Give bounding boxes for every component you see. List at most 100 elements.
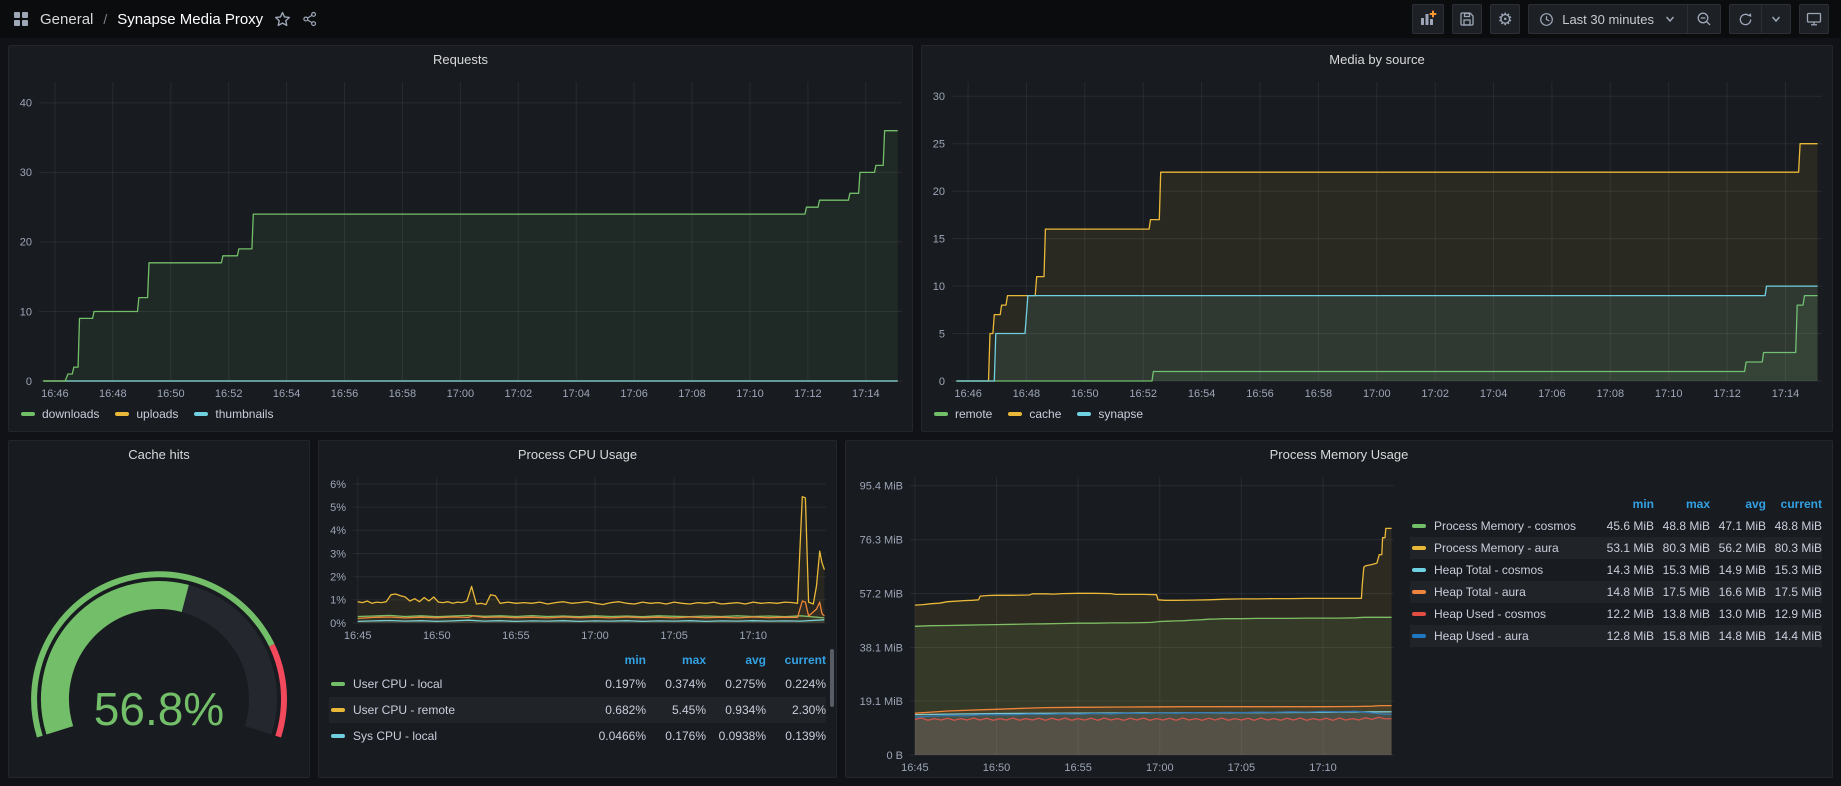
legend-column-min[interactable]: min	[1598, 497, 1654, 511]
legend-column-avg[interactable]: avg	[706, 653, 766, 667]
legend-item-downloads[interactable]: downloads	[21, 407, 99, 421]
legend-column-current[interactable]: current	[1766, 497, 1822, 511]
save-dashboard-button[interactable]	[1452, 4, 1482, 34]
svg-text:40: 40	[20, 98, 32, 110]
series-label: cache	[1029, 407, 1061, 421]
favorite-star-icon[interactable]	[273, 10, 291, 28]
panel-process-memory: Process Memory Usage 16:4516:5016:5517:0…	[845, 440, 1833, 778]
svg-text:17:06: 17:06	[1538, 388, 1566, 400]
legend-table-header: minmaxavgcurrent	[329, 649, 826, 671]
legend-item-synapse[interactable]: synapse	[1077, 407, 1143, 421]
breadcrumb-section[interactable]: General	[40, 11, 93, 28]
legend-value: 53.1 MiB	[1598, 541, 1654, 555]
refresh-interval-dropdown[interactable]	[1761, 5, 1790, 33]
legend-value: 56.2 MiB	[1710, 541, 1766, 555]
requests-chart[interactable]: 16:4616:4816:5016:5216:5416:5616:5817:00…	[9, 72, 912, 403]
legend-column-current[interactable]: current	[766, 653, 826, 667]
legend-value: 12.9 MiB	[1766, 607, 1822, 621]
svg-text:17:05: 17:05	[1228, 762, 1256, 774]
cycle-view-mode-button[interactable]	[1799, 4, 1829, 34]
legend-value: 45.6 MiB	[1598, 519, 1654, 533]
panel-title[interactable]: Cache hits	[9, 441, 309, 467]
svg-text:5: 5	[939, 328, 945, 340]
legend-row[interactable]: Heap Used - cosmos12.2 MiB13.8 MiB13.0 M…	[1410, 603, 1822, 625]
legend-value: 0.224%	[766, 677, 826, 691]
time-range-controls: Last 30 minutes	[1528, 4, 1721, 34]
legend-value: 17.5 MiB	[1654, 585, 1710, 599]
legend-scrollbar[interactable]	[830, 649, 834, 707]
series-color-swatch	[194, 412, 208, 416]
legend-column-max[interactable]: max	[1654, 497, 1710, 511]
legend-value: 14.8 MiB	[1710, 629, 1766, 643]
svg-text:38.1 MiB: 38.1 MiB	[860, 642, 903, 654]
series-label: thumbnails	[215, 407, 273, 421]
legend-value: 0.0466%	[586, 729, 646, 743]
legend-value: 15.8 MiB	[1654, 629, 1710, 643]
legend-value: 13.8 MiB	[1654, 607, 1710, 621]
panel-title[interactable]: Process Memory Usage	[846, 441, 1832, 467]
legend-value: 48.8 MiB	[1766, 519, 1822, 533]
legend-column-min[interactable]: min	[586, 653, 646, 667]
legend-row[interactable]: User CPU - local0.197%0.374%0.275%0.224%	[329, 671, 826, 697]
legend-item-remote[interactable]: remote	[934, 407, 992, 421]
svg-text:16:50: 16:50	[423, 630, 451, 642]
svg-text:16:46: 16:46	[954, 388, 982, 400]
legend-column-max[interactable]: max	[646, 653, 706, 667]
zoom-out-button[interactable]	[1687, 5, 1720, 33]
svg-text:3%: 3%	[330, 548, 346, 560]
svg-text:16:58: 16:58	[1305, 388, 1333, 400]
media-by-source-chart[interactable]: 16:4616:4816:5016:5216:5416:5616:5817:00…	[922, 72, 1832, 403]
panel-title[interactable]: Media by source	[922, 46, 1832, 72]
process-memory-legend-table: minmaxavgcurrent Process Memory - cosmos4…	[1404, 467, 1832, 777]
dashboard-settings-button[interactable]: ⚙	[1490, 4, 1520, 34]
svg-text:0: 0	[939, 376, 945, 388]
add-panel-button[interactable]	[1412, 4, 1444, 34]
svg-text:25: 25	[933, 139, 945, 151]
process-cpu-svg: 16:4516:5016:5517:0017:0517:100%1%2%3%4%…	[319, 467, 836, 645]
svg-text:16:45: 16:45	[901, 762, 929, 774]
svg-text:17:10: 17:10	[1309, 762, 1337, 774]
series-color-swatch	[21, 412, 35, 416]
svg-text:17:00: 17:00	[1146, 762, 1174, 774]
refresh-button[interactable]	[1730, 5, 1761, 33]
time-range-label: Last 30 minutes	[1562, 12, 1654, 27]
series-color-swatch	[115, 412, 129, 416]
legend-row[interactable]: Heap Used - aura12.8 MiB15.8 MiB14.8 MiB…	[1410, 625, 1822, 647]
time-range-picker[interactable]: Last 30 minutes	[1529, 5, 1687, 33]
breadcrumb-dashboard-title[interactable]: Synapse Media Proxy	[117, 11, 263, 28]
svg-text:1%: 1%	[330, 595, 346, 607]
svg-text:0%: 0%	[330, 618, 346, 630]
legend-value: 0.374%	[646, 677, 706, 691]
apps-grid-icon[interactable]	[12, 10, 30, 28]
panel-title[interactable]: Process CPU Usage	[319, 441, 836, 467]
legend-value: 48.8 MiB	[1654, 519, 1710, 533]
legend-row[interactable]: Sys CPU - local0.0466%0.176%0.0938%0.139…	[329, 723, 826, 749]
svg-text:17:02: 17:02	[1421, 388, 1449, 400]
legend-row[interactable]: Process Memory - cosmos45.6 MiB48.8 MiB4…	[1410, 515, 1822, 537]
legend-column-avg[interactable]: avg	[1710, 497, 1766, 511]
legend-item-thumbnails[interactable]: thumbnails	[194, 407, 273, 421]
svg-text:2%: 2%	[330, 572, 346, 584]
series-label: synapse	[1098, 407, 1143, 421]
svg-text:16:50: 16:50	[157, 388, 185, 400]
panel-title[interactable]: Requests	[9, 46, 912, 72]
legend-item-uploads[interactable]: uploads	[115, 407, 178, 421]
svg-text:17:08: 17:08	[1597, 388, 1625, 400]
share-icon[interactable]	[301, 10, 319, 28]
series-color-swatch	[1412, 590, 1426, 594]
panel-cache-hits: Cache hits 56.8%	[8, 440, 310, 778]
legend-value: 0.275%	[706, 677, 766, 691]
process-memory-chart[interactable]: 16:4516:5016:5517:0017:0517:100 B19.1 Mi…	[846, 467, 1404, 777]
legend-row[interactable]: Heap Total - aura14.8 MiB17.5 MiB16.6 Mi…	[1410, 581, 1822, 603]
process-cpu-chart[interactable]: 16:4516:5016:5517:0017:0517:100%1%2%3%4%…	[319, 467, 836, 645]
legend-row[interactable]: Process Memory - aura53.1 MiB80.3 MiB56.…	[1410, 537, 1822, 559]
series-color-swatch	[1412, 634, 1426, 638]
series-color-swatch	[1077, 412, 1091, 416]
series-color-swatch	[331, 682, 345, 686]
legend-item-cache[interactable]: cache	[1008, 407, 1061, 421]
legend-value: 0.197%	[586, 677, 646, 691]
svg-text:17:04: 17:04	[1480, 388, 1508, 400]
legend-row[interactable]: Heap Total - cosmos14.3 MiB15.3 MiB14.9 …	[1410, 559, 1822, 581]
cache-hits-gauge-svg: 56.8%	[9, 467, 309, 777]
legend-row[interactable]: User CPU - remote0.682%5.45%0.934%2.30%	[329, 697, 826, 723]
